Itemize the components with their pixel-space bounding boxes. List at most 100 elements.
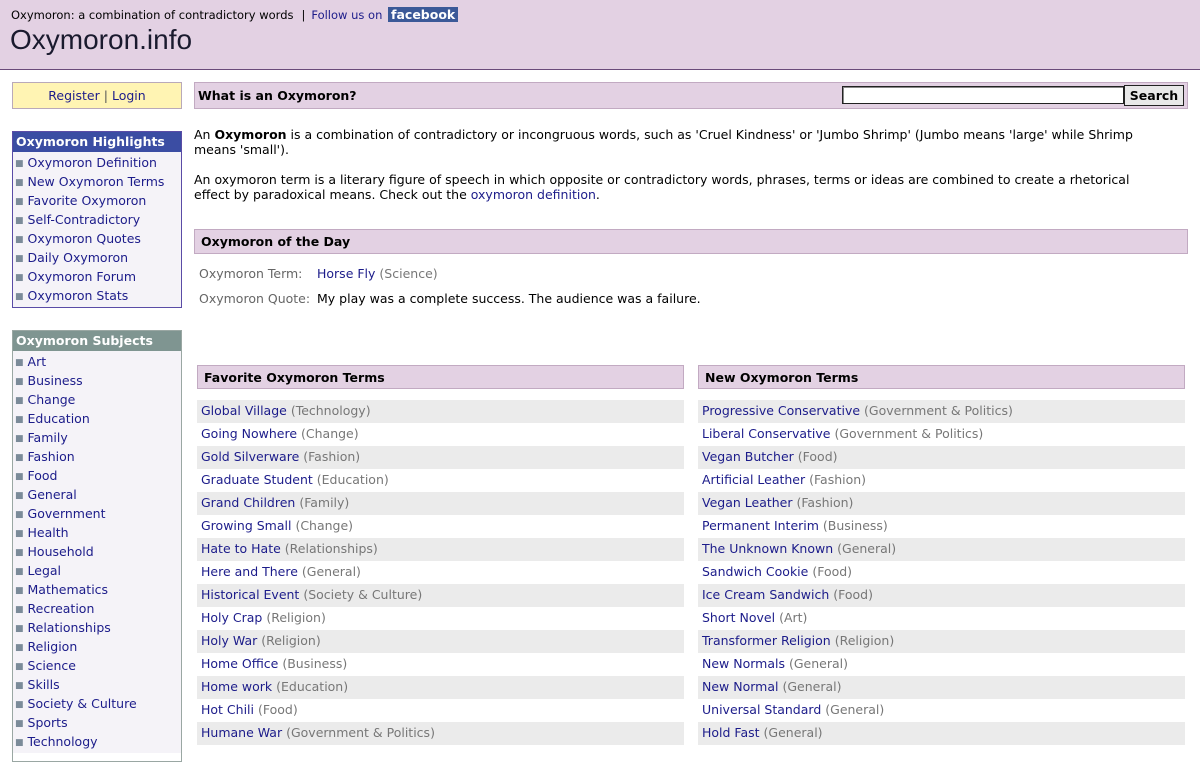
- highlight-link[interactable]: Favorite Oxymoron: [28, 193, 147, 208]
- term-link[interactable]: Ice Cream Sandwich: [702, 587, 829, 602]
- term-link[interactable]: Sandwich Cookie: [702, 564, 808, 579]
- term-link[interactable]: Holy War: [201, 633, 257, 648]
- term-link[interactable]: New Normals: [702, 656, 785, 671]
- subject-item[interactable]: ■ Society & Culture: [13, 694, 181, 713]
- term-link[interactable]: Universal Standard: [702, 702, 821, 717]
- search-input[interactable]: [842, 86, 1124, 104]
- subject-link[interactable]: Religion: [28, 639, 78, 654]
- subject-link[interactable]: Food: [28, 468, 58, 483]
- term-link[interactable]: Graduate Student: [201, 472, 313, 487]
- highlight-link[interactable]: Daily Oxymoron: [28, 250, 129, 265]
- term-link[interactable]: Global Village: [201, 403, 287, 418]
- highlight-link[interactable]: Oxymoron Definition: [28, 155, 157, 170]
- subject-item[interactable]: ■ Science: [13, 656, 181, 675]
- subject-item[interactable]: ■ Fashion: [13, 447, 181, 466]
- subject-link[interactable]: Family: [28, 430, 68, 445]
- term-link[interactable]: Short Novel: [702, 610, 775, 625]
- subject-item[interactable]: ■ Recreation: [13, 599, 181, 618]
- highlight-link[interactable]: New Oxymoron Terms: [28, 174, 165, 189]
- term-link[interactable]: Transformer Religion: [702, 633, 831, 648]
- register-link[interactable]: Register: [48, 88, 99, 103]
- search-button[interactable]: Search: [1124, 85, 1184, 106]
- subject-link[interactable]: Business: [28, 373, 83, 388]
- subject-link[interactable]: Mathematics: [28, 582, 109, 597]
- subject-item[interactable]: ■ Technology: [13, 732, 181, 751]
- facebook-logo-icon[interactable]: facebook: [388, 7, 459, 22]
- subject-item[interactable]: ■ Health: [13, 523, 181, 542]
- highlight-item[interactable]: ■ Oxymoron Stats: [13, 286, 181, 305]
- term-link[interactable]: Home work: [201, 679, 272, 694]
- subject-link[interactable]: Relationships: [28, 620, 111, 635]
- highlight-link[interactable]: Self-Contradictory: [28, 212, 141, 227]
- term-row: New Normals (General): [698, 653, 1185, 676]
- term-link[interactable]: Grand Children: [201, 495, 295, 510]
- subject-link[interactable]: Government: [28, 506, 106, 521]
- subject-item[interactable]: ■ Legal: [13, 561, 181, 580]
- subject-link[interactable]: Legal: [28, 563, 62, 578]
- highlight-link[interactable]: Oxymoron Stats: [28, 288, 129, 303]
- term-link[interactable]: New Normal: [702, 679, 778, 694]
- highlight-item[interactable]: ■ Favorite Oxymoron: [13, 191, 181, 210]
- term-link[interactable]: Artificial Leather: [702, 472, 805, 487]
- term-link[interactable]: Humane War: [201, 725, 282, 740]
- highlight-item[interactable]: ■ Daily Oxymoron: [13, 248, 181, 267]
- term-link[interactable]: Gold Silverware: [201, 449, 299, 464]
- term-link[interactable]: Permanent Interim: [702, 518, 819, 533]
- subject-item[interactable]: ■ Household: [13, 542, 181, 561]
- term-link[interactable]: Hot Chili: [201, 702, 254, 717]
- subject-link[interactable]: Recreation: [28, 601, 95, 616]
- term-link[interactable]: Holy Crap: [201, 610, 262, 625]
- highlight-link[interactable]: Oxymoron Forum: [28, 269, 137, 284]
- subject-item[interactable]: ■ Change: [13, 390, 181, 409]
- oxymoron-definition-link[interactable]: oxymoron definition: [471, 187, 596, 202]
- subject-link[interactable]: Fashion: [28, 449, 75, 464]
- otd-term-link[interactable]: Horse Fly: [317, 266, 375, 281]
- subject-link[interactable]: Science: [28, 658, 76, 673]
- term-link[interactable]: The Unknown Known: [702, 541, 833, 556]
- subject-item[interactable]: ■ General: [13, 485, 181, 504]
- subject-link[interactable]: Skills: [28, 677, 60, 692]
- bullet-icon: ■: [15, 178, 24, 188]
- term-link[interactable]: Hate to Hate: [201, 541, 281, 556]
- term-link[interactable]: Vegan Leather: [702, 495, 793, 510]
- term-link[interactable]: Hold Fast: [702, 725, 760, 740]
- subject-item[interactable]: ■ Mathematics: [13, 580, 181, 599]
- term-link[interactable]: Historical Event: [201, 587, 299, 602]
- highlight-item[interactable]: ■ Oxymoron Quotes: [13, 229, 181, 248]
- term-link[interactable]: Progressive Conservative: [702, 403, 860, 418]
- subject-item[interactable]: ■ Religion: [13, 637, 181, 656]
- highlight-item[interactable]: ■ Self-Contradictory: [13, 210, 181, 229]
- term-link[interactable]: Here and There: [201, 564, 298, 579]
- term-link[interactable]: Liberal Conservative: [702, 426, 830, 441]
- subject-item[interactable]: ■ Business: [13, 371, 181, 390]
- subject-item[interactable]: ■ Skills: [13, 675, 181, 694]
- login-link[interactable]: Login: [112, 88, 146, 103]
- subject-item[interactable]: ■ Food: [13, 466, 181, 485]
- follow-us-link[interactable]: Follow us on: [311, 8, 382, 22]
- subject-item[interactable]: ■ Relationships: [13, 618, 181, 637]
- term-link[interactable]: Going Nowhere: [201, 426, 297, 441]
- subject-link[interactable]: Society & Culture: [28, 696, 137, 711]
- subject-link[interactable]: Change: [28, 392, 76, 407]
- subject-link[interactable]: Health: [28, 525, 69, 540]
- subject-item[interactable]: ■ Government: [13, 504, 181, 523]
- highlight-item[interactable]: ■ Oxymoron Forum: [13, 267, 181, 286]
- site-title[interactable]: Oxymoron.info: [10, 24, 192, 56]
- subject-link[interactable]: General: [28, 487, 77, 502]
- subject-link[interactable]: Household: [28, 544, 94, 559]
- highlight-item[interactable]: ■ Oxymoron Definition: [13, 153, 181, 172]
- highlight-link[interactable]: Oxymoron Quotes: [28, 231, 141, 246]
- subject-item[interactable]: ■ Education: [13, 409, 181, 428]
- subject-link[interactable]: Sports: [28, 715, 68, 730]
- term-link[interactable]: Home Office: [201, 656, 278, 671]
- subject-link[interactable]: Art: [28, 354, 47, 369]
- subject-item[interactable]: ■ Sports: [13, 713, 181, 732]
- term-category: (Change): [301, 426, 359, 441]
- subject-link[interactable]: Technology: [28, 734, 98, 749]
- subject-item[interactable]: ■ Family: [13, 428, 181, 447]
- highlight-item[interactable]: ■ New Oxymoron Terms: [13, 172, 181, 191]
- term-link[interactable]: Vegan Butcher: [702, 449, 794, 464]
- subject-item[interactable]: ■ Art: [13, 352, 181, 371]
- term-link[interactable]: Growing Small: [201, 518, 291, 533]
- subject-link[interactable]: Education: [28, 411, 90, 426]
